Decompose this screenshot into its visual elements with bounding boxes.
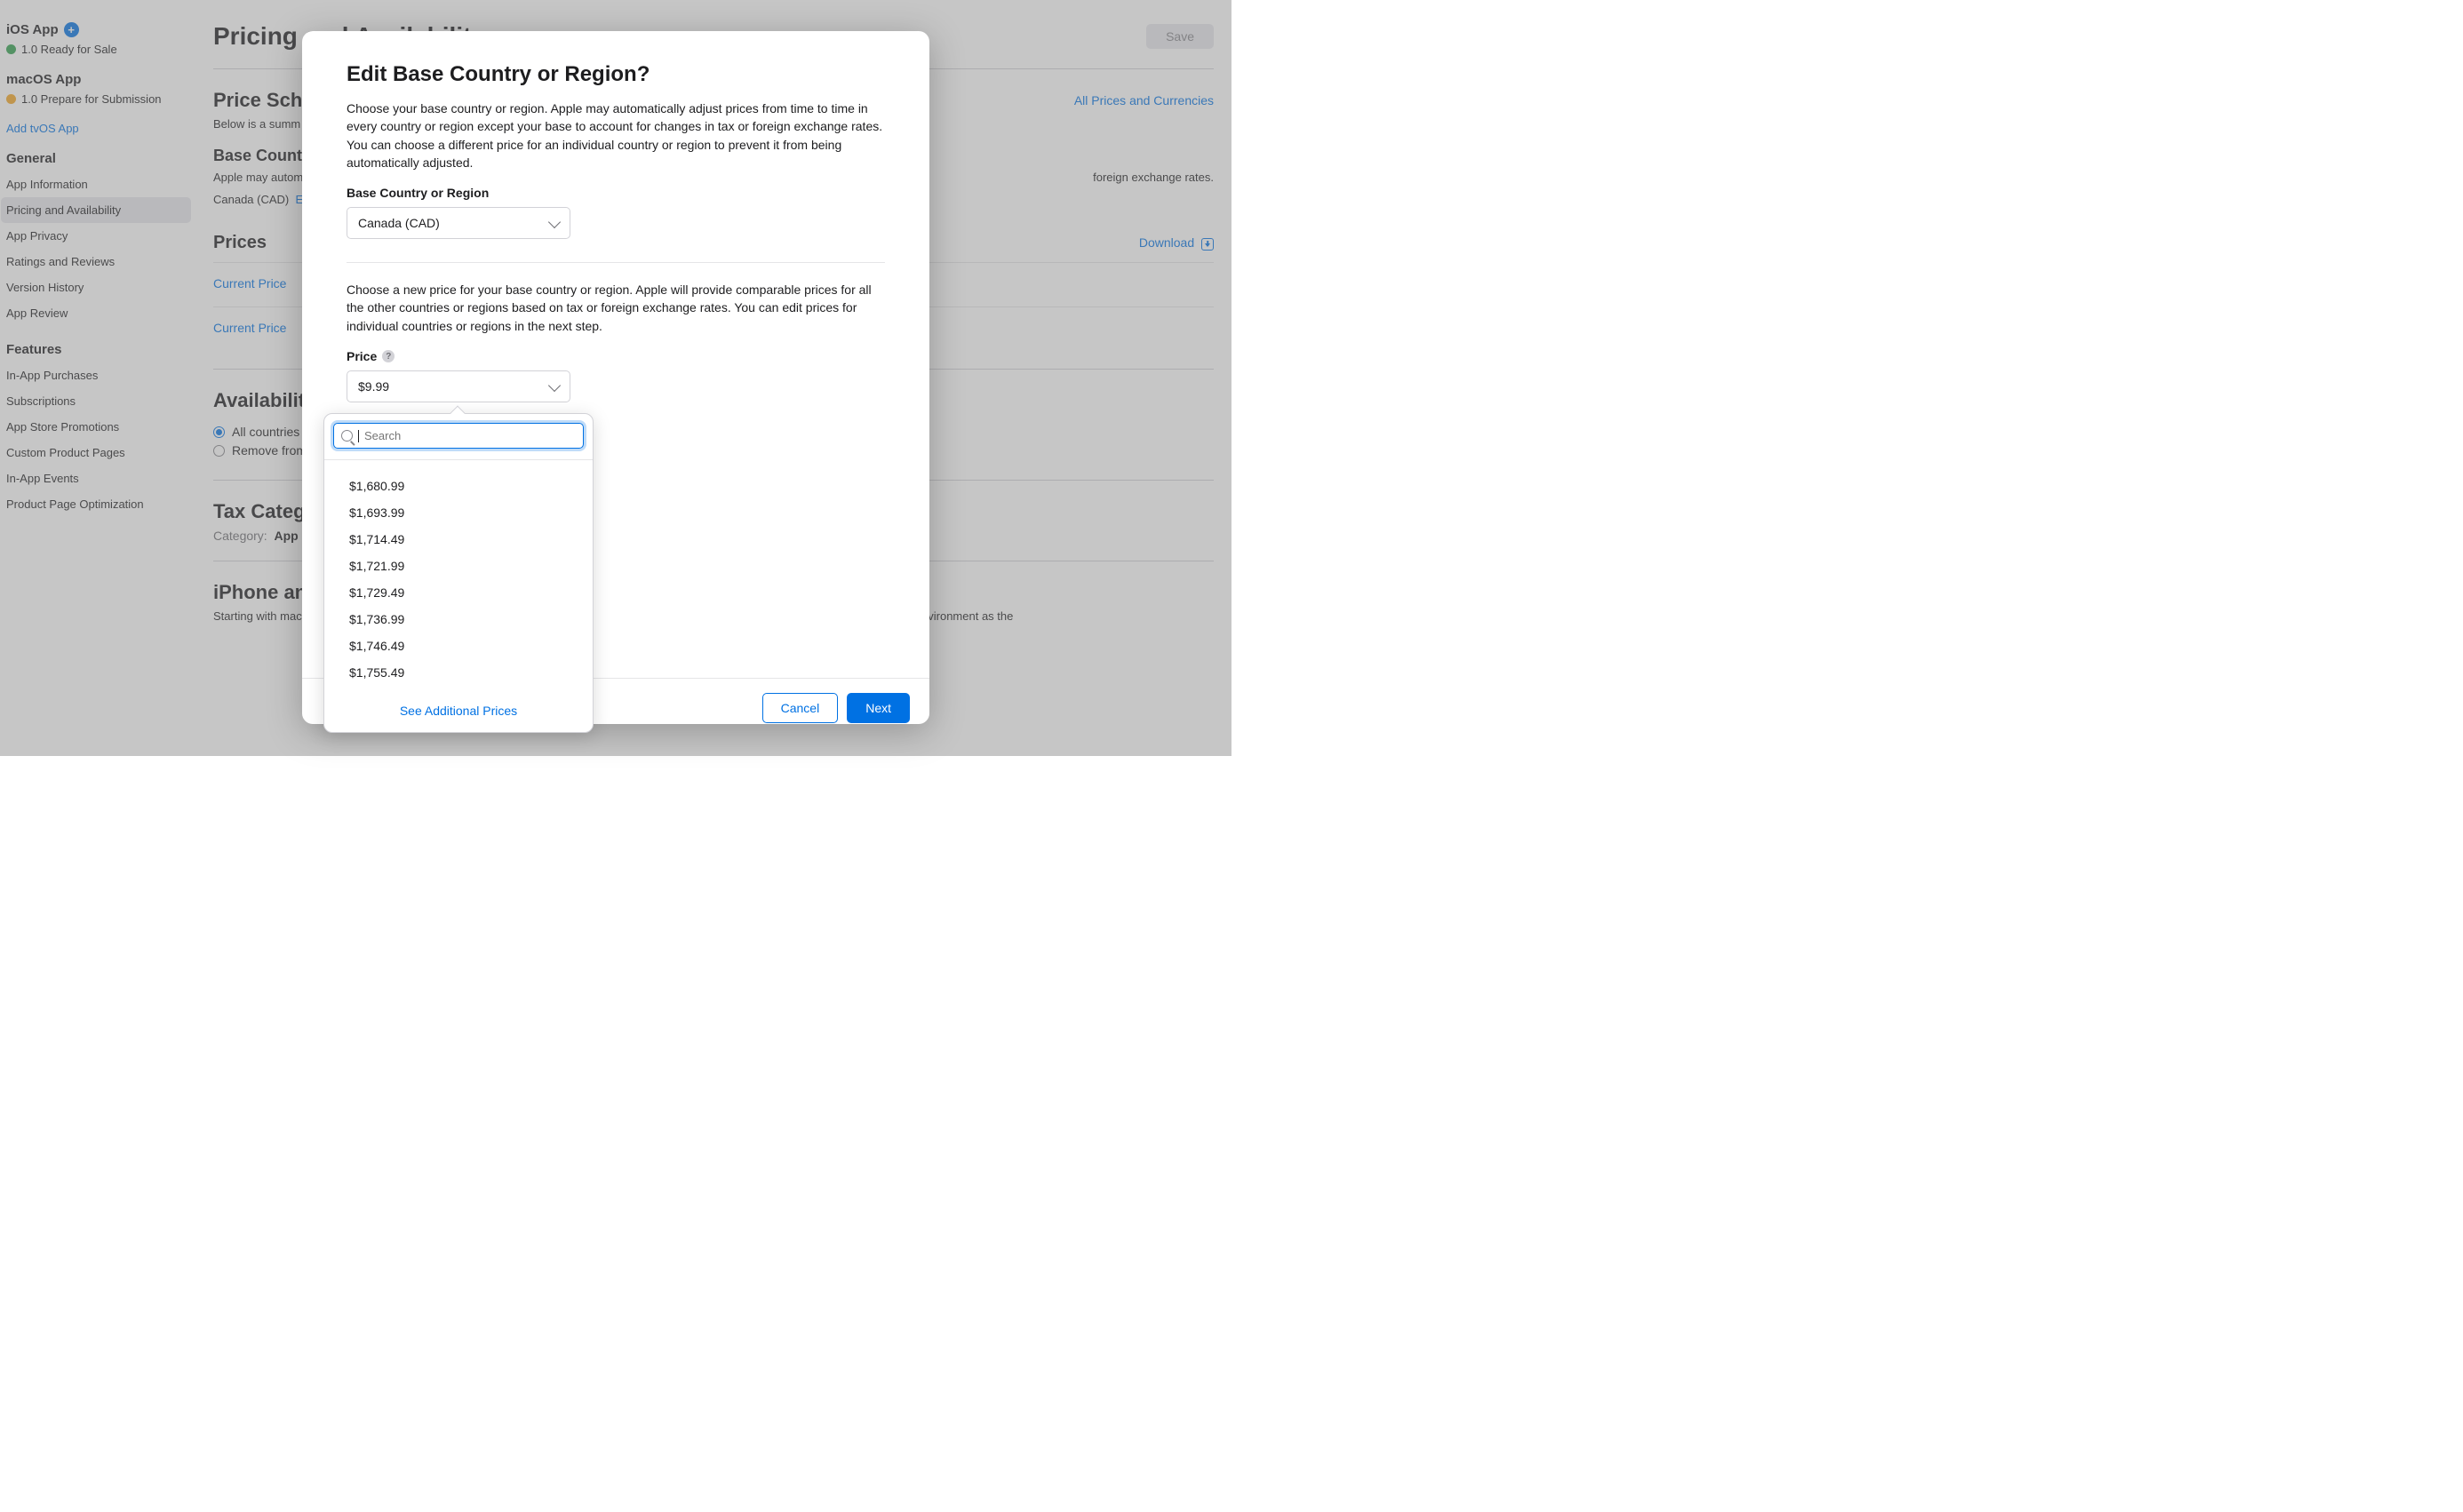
modal-para1: Choose your base country or region. Appl… [347,99,885,171]
price-option[interactable]: $1,721.99 [324,553,593,579]
price-option[interactable]: $1,746.49 [324,633,593,659]
price-select[interactable]: $9.99 [347,370,570,402]
see-additional-prices[interactable]: See Additional Prices [324,691,593,732]
price-option[interactable]: $1,714.49 [324,526,593,553]
help-icon[interactable]: ? [382,350,395,362]
price-label: Price [347,349,377,363]
price-option[interactable]: $1,729.49 [324,579,593,606]
price-value: $9.99 [358,379,389,394]
base-region-select[interactable]: Canada (CAD) [347,207,570,239]
chevron-down-icon [548,379,561,392]
price-option[interactable]: $1,693.99 [324,499,593,526]
price-dropdown: $1,680.99 $1,693.99 $1,714.49 $1,721.99 … [323,413,594,733]
search-icon [341,430,353,442]
modal-overlay: Edit Base Country or Region? Choose your… [0,0,1232,756]
modal-title: Edit Base Country or Region? [347,62,885,87]
search-text[interactable] [364,429,576,442]
price-option[interactable]: $1,736.99 [324,606,593,633]
price-option[interactable]: $1,680.99 [324,473,593,499]
base-region-value: Canada (CAD) [358,216,440,230]
edit-base-region-modal: Edit Base Country or Region? Choose your… [302,31,929,724]
cancel-button[interactable]: Cancel [762,693,839,723]
modal-para2: Choose a new price for your base country… [347,281,885,335]
chevron-down-icon [548,216,561,228]
next-button[interactable]: Next [847,693,910,723]
base-region-label: Base Country or Region [347,186,885,200]
price-option[interactable]: $1,755.49 [324,659,593,686]
price-search-input[interactable] [333,423,584,449]
